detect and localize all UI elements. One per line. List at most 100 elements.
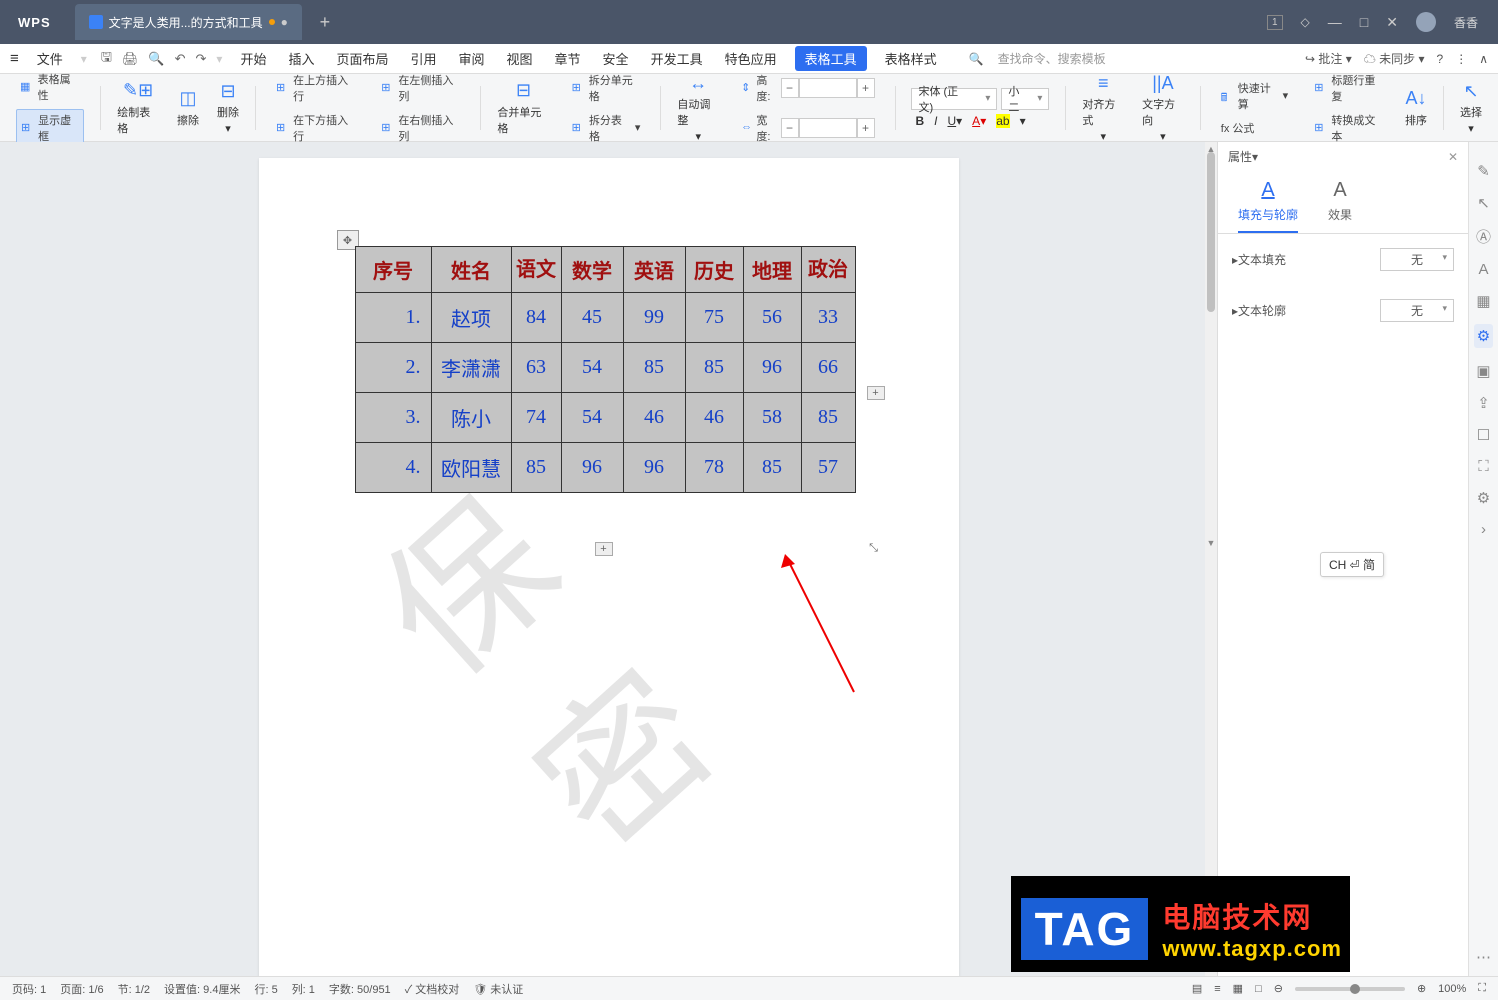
menu-view[interactable]: 视图 <box>503 47 537 70</box>
view-page-icon[interactable]: ▤ <box>1192 982 1202 995</box>
rail-layers-icon[interactable]: ▣ <box>1476 362 1490 380</box>
font-color-icon[interactable]: A▾ <box>972 114 986 128</box>
document-tab[interactable]: 文字是人类用...的方式和工具 ● <box>75 4 302 40</box>
scroll-thumb[interactable] <box>1207 152 1215 312</box>
help-icon[interactable]: ? <box>1437 52 1444 66</box>
status-proof[interactable]: ✓ 文档校对 <box>405 981 460 997</box>
text-fill-select[interactable]: 无 <box>1380 248 1454 271</box>
width-minus[interactable]: − <box>781 118 799 138</box>
annotate-button[interactable]: ↪ 批注 ▾ <box>1305 50 1352 67</box>
status-section[interactable]: 节: 1/2 <box>118 981 150 997</box>
avatar[interactable] <box>1416 12 1436 32</box>
rail-share-icon[interactable]: ⇪ <box>1477 394 1490 412</box>
undo-icon[interactable]: ↶ <box>175 51 186 67</box>
status-unverified[interactable]: 🛡 未认证 <box>473 981 523 997</box>
print-icon[interactable]: 🖨 <box>122 51 139 67</box>
menu-security[interactable]: 安全 <box>599 47 633 70</box>
menu-review[interactable]: 审阅 <box>455 47 489 70</box>
quick-calc-button[interactable]: 🖩快速计算▾ <box>1217 78 1292 114</box>
text-fill-label[interactable]: 文本填充 <box>1238 251 1286 268</box>
save-icon[interactable]: 🖫 <box>101 48 112 70</box>
zoom-out-icon[interactable]: ⊖ <box>1274 982 1283 995</box>
bold-icon[interactable]: B <box>915 114 924 128</box>
zoom-slider[interactable] <box>1295 987 1405 991</box>
width-plus[interactable]: + <box>857 118 875 138</box>
show-frame-button[interactable]: ⊞显示虚框 <box>16 109 84 147</box>
rail-settings-icon[interactable]: ⚙ <box>1477 489 1490 507</box>
split-table-button[interactable]: ⊞拆分表格▾ <box>568 110 645 146</box>
delete-button[interactable]: ⊟删除▾ <box>211 80 245 135</box>
th-name[interactable]: 姓名 <box>431 247 511 293</box>
menu-home[interactable]: 开始 <box>236 47 270 70</box>
collapse-ribbon-icon[interactable]: ∧ <box>1479 52 1488 66</box>
view-web-icon[interactable]: ▦ <box>1233 982 1243 995</box>
rail-font-icon[interactable]: A <box>1478 261 1488 278</box>
hamburger-icon[interactable]: ≡ <box>10 50 19 67</box>
title-repeat-button[interactable]: ⊞标题行重复 <box>1310 70 1387 106</box>
search-box[interactable]: 查找命令、搜索模板 <box>998 50 1106 67</box>
insert-col-left-button[interactable]: ⊞在左侧插入列 <box>377 70 464 106</box>
minimize-button[interactable]: — <box>1328 14 1342 30</box>
to-text-button[interactable]: ⊞转换成文本 <box>1310 110 1387 146</box>
status-words[interactable]: 字数: 50/951 <box>329 981 391 997</box>
menu-section[interactable]: 章节 <box>551 47 585 70</box>
height-minus[interactable]: − <box>781 78 799 98</box>
select-button[interactable]: ↖选择▾ <box>1454 80 1488 135</box>
menu-ref[interactable]: 引用 <box>406 47 440 70</box>
more-icon[interactable]: ⋮ <box>1455 52 1467 66</box>
th-history[interactable]: 历史 <box>685 247 743 293</box>
autofit-button[interactable]: ↔自动调整▾ <box>671 72 725 143</box>
font-name-select[interactable]: 宋体 (正文) <box>911 88 997 110</box>
view-read-icon[interactable]: ≡ <box>1214 983 1220 995</box>
add-row-button[interactable]: + <box>595 542 613 556</box>
th-politics[interactable]: 政治 <box>801 247 855 293</box>
highlight-icon[interactable]: ab <box>996 114 1009 128</box>
text-direction-button[interactable]: ||A文字方向▾ <box>1136 72 1190 143</box>
text-outline-select[interactable]: 无 <box>1380 299 1454 322</box>
menu-special[interactable]: 特色应用 <box>721 47 781 70</box>
fullscreen-icon[interactable]: ⛶ <box>1478 982 1486 995</box>
add-col-button[interactable]: + <box>867 386 885 400</box>
data-table[interactable]: 序号 姓名 语文 数学 英语 历史 地理 政治 1.赵项844599755633… <box>355 246 856 493</box>
redo-icon[interactable]: ↷ <box>196 51 207 67</box>
rail-grid-icon[interactable]: ▦ <box>1476 292 1490 310</box>
width-input[interactable] <box>799 118 857 138</box>
rail-chevron-icon[interactable]: › <box>1481 521 1486 538</box>
app-menu-icon[interactable]: ◇ <box>1301 15 1310 29</box>
table-props-button[interactable]: ▦表格属性 <box>16 69 84 105</box>
insert-col-right-button[interactable]: ⊞在右侧插入列 <box>377 110 464 146</box>
eraser-button[interactable]: ◫擦除 <box>171 88 205 128</box>
status-page-no[interactable]: 页码: 1 <box>12 981 46 997</box>
zoom-in-icon[interactable]: ⊕ <box>1417 982 1426 995</box>
sort-button[interactable]: A↓排序 <box>1399 88 1433 128</box>
view-outline-icon[interactable]: □ <box>1255 983 1262 995</box>
merge-cells-button[interactable]: ⊟合并单元格 <box>491 80 555 136</box>
th-geo[interactable]: 地理 <box>743 247 801 293</box>
rail-more-icon[interactable]: ⋯ <box>1476 948 1491 966</box>
rail-style-icon[interactable]: Ⓐ <box>1476 226 1491 247</box>
menu-table-tools[interactable]: 表格工具 <box>795 46 867 71</box>
status-page[interactable]: 页面: 1/6 <box>60 981 103 997</box>
sync-button[interactable]: ☁ 未同步 ▾ <box>1364 50 1425 67</box>
insert-row-below-button[interactable]: ⊞在下方插入行 <box>272 110 359 146</box>
split-cells-button[interactable]: ⊞拆分单元格 <box>568 70 645 106</box>
insert-row-above-button[interactable]: ⊞在上方插入行 <box>272 70 359 106</box>
rail-pointer-icon[interactable]: ↖ <box>1477 194 1490 212</box>
panel-close-icon[interactable]: ✕ <box>1448 150 1458 164</box>
font-size-select[interactable]: 小二 <box>1001 88 1049 110</box>
text-outline-label[interactable]: 文本轮廓 <box>1238 302 1286 319</box>
th-math[interactable]: 数学 <box>561 247 623 293</box>
th-english[interactable]: 英语 <box>623 247 685 293</box>
formula-button[interactable]: fx 公式 <box>1217 118 1259 138</box>
file-menu[interactable]: 文件 <box>33 47 67 70</box>
height-input[interactable] <box>799 78 857 98</box>
maximize-button[interactable]: □ <box>1360 14 1368 30</box>
align-button[interactable]: ≡对齐方式▾ <box>1076 72 1130 143</box>
menu-dev[interactable]: 开发工具 <box>647 47 707 70</box>
height-plus[interactable]: + <box>857 78 875 98</box>
add-tab-button[interactable]: + <box>312 9 338 35</box>
vertical-scrollbar[interactable]: ▲ ▼ <box>1205 142 1217 976</box>
scroll-down-icon[interactable]: ▼ <box>1205 536 1217 550</box>
menu-layout[interactable]: 页面布局 <box>332 47 392 70</box>
panel-tab-fill[interactable]: A填充与轮廓 <box>1238 179 1298 233</box>
